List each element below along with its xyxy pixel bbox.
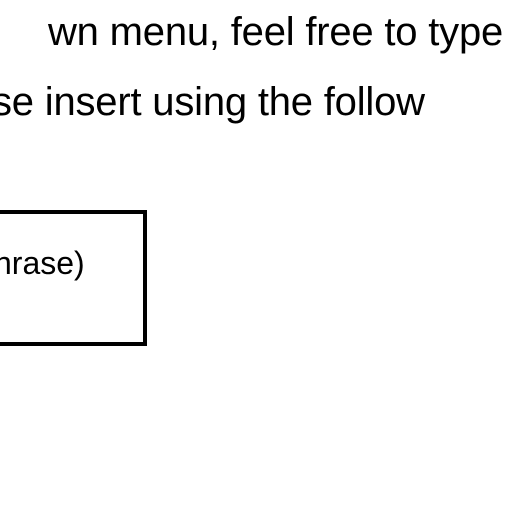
document-page: wn menu, feel free to type se insert usi… [0,0,512,512]
phrase-input-text: hrase) [0,245,85,281]
instruction-line-2: se insert using the follow [0,80,425,124]
instruction-line-1: wn menu, feel free to type [48,10,504,54]
